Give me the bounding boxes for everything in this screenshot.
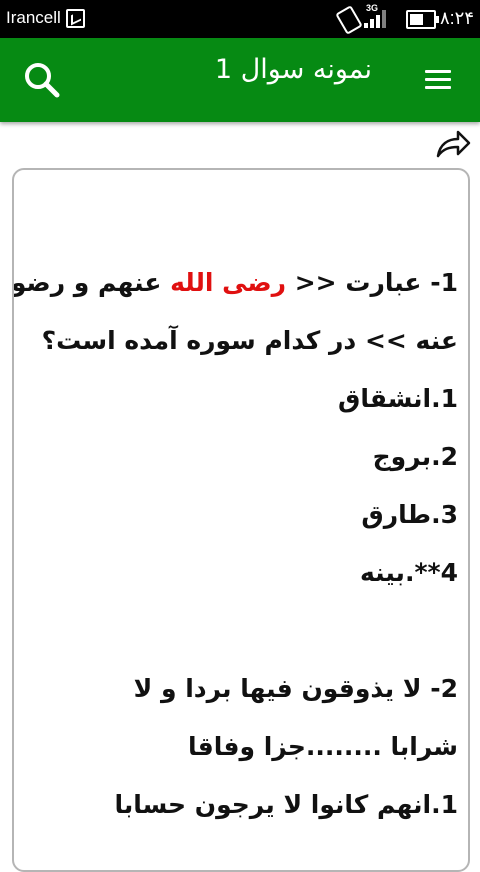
carrier-name: Irancell xyxy=(6,8,61,27)
question-2-line-1: 2- لا یذوقون فیها بردا و لا xyxy=(133,674,458,703)
battery-level xyxy=(410,14,423,25)
question-2-line-2: شرابا ........جزا وفاقا xyxy=(187,732,458,761)
question-1-suffix: عنهم و رضوا xyxy=(12,268,171,297)
battery-icon xyxy=(406,10,439,29)
question-1-option-2: 2.بروج xyxy=(372,442,458,471)
status-bar: Irancell 3G ۸:۲۴ xyxy=(0,0,480,38)
search-icon[interactable] xyxy=(22,60,62,100)
share-icon[interactable] xyxy=(434,126,472,162)
question-1-option-4: 4**.بینه xyxy=(359,558,458,587)
question-1-option-3: 3.طارق xyxy=(361,500,458,529)
question-1-prefix: 1- عبارت << xyxy=(286,268,458,297)
question-card: 1- عبارت << رضی الله عنهم و رضوا عنه >> … xyxy=(12,168,470,872)
question-1-line-2: عنه >> در کدام سوره آمده است؟ xyxy=(41,326,458,355)
menu-icon[interactable] xyxy=(420,62,456,98)
clock: ۸:۲۴ xyxy=(440,8,475,28)
page-title: نمونه سوال 1 xyxy=(214,54,372,85)
app-bar: نمونه سوال 1 xyxy=(0,38,480,122)
question-2-option-1: 1.انهم کانوا لا یرجون حسابا xyxy=(114,790,458,819)
vibrate-icon xyxy=(335,5,363,35)
question-1-highlight: رضی الله xyxy=(170,268,287,297)
image-notification-icon xyxy=(66,9,85,28)
question-content: 1- عبارت << رضی الله عنهم و رضوا عنه >> … xyxy=(14,254,458,834)
signal-icon xyxy=(364,10,392,28)
question-1-line-1: 1- عبارت << رضی الله عنهم و رضوا xyxy=(14,254,458,312)
question-1-option-1: 1.انشقاق xyxy=(337,384,458,413)
